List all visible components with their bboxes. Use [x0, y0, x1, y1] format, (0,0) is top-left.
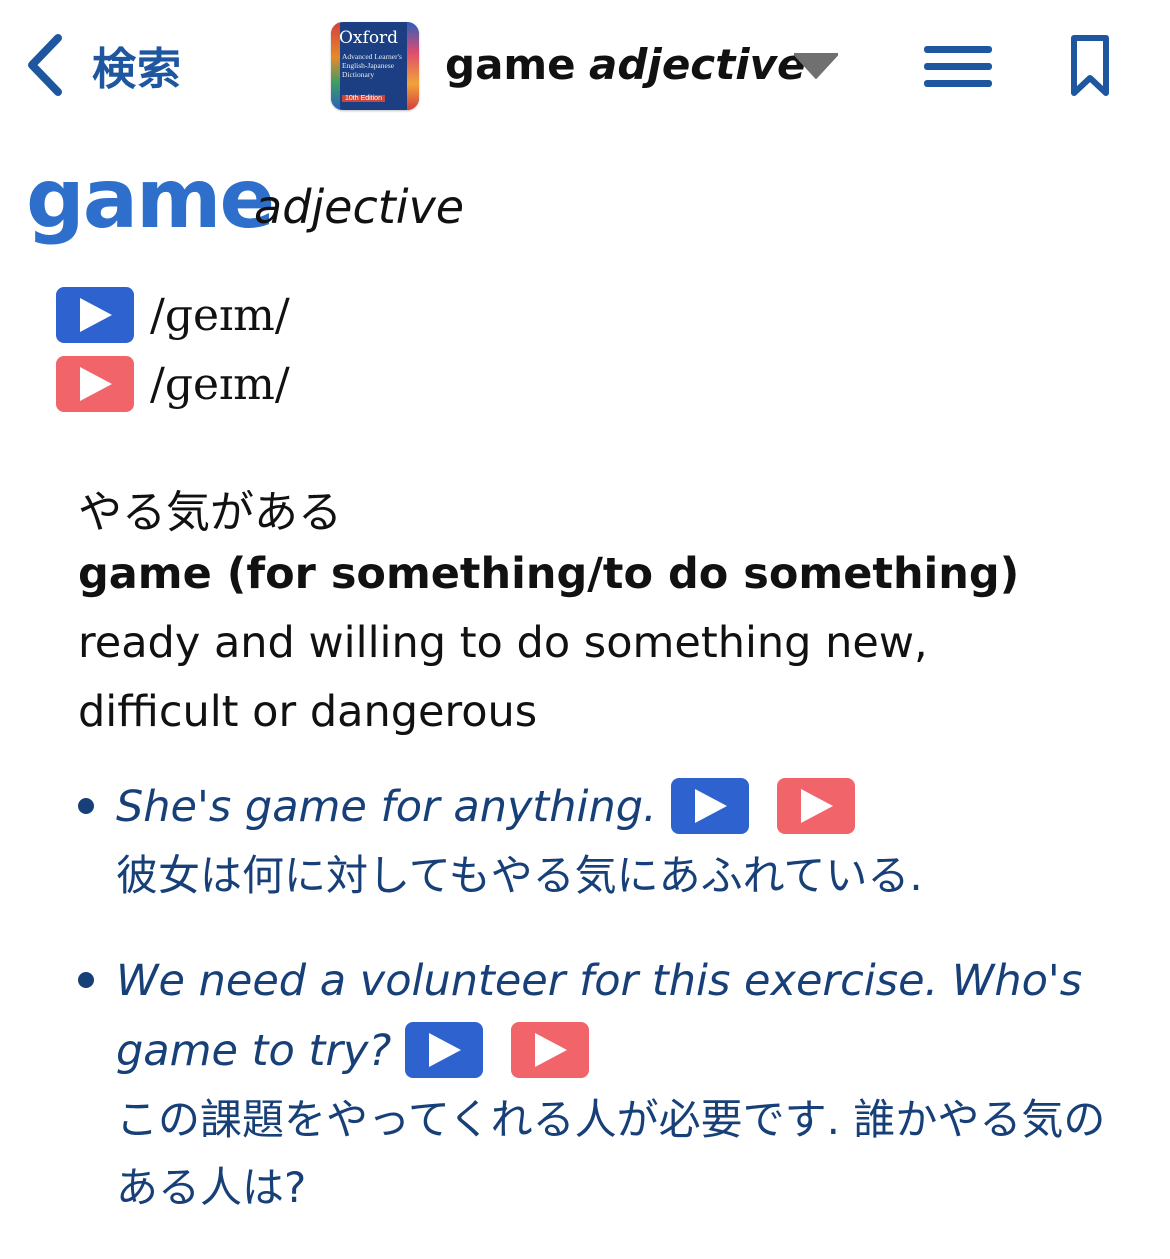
play-icon	[800, 788, 833, 823]
definition: game (for something/to do something) rea…	[78, 540, 1078, 747]
part-of-speech: adjective	[254, 180, 465, 234]
hamburger-menu-icon[interactable]	[924, 44, 992, 88]
back-label: 検索	[92, 44, 182, 95]
nav-title-pos: adjective	[589, 40, 806, 89]
nav-title-word: game	[445, 40, 576, 89]
play-us-audio-button[interactable]	[56, 356, 134, 412]
navigation-bar: 検索 Oxford Advanced Learner's English-Jap…	[0, 0, 1170, 130]
play-uk-audio-button[interactable]	[56, 287, 134, 343]
ipa-uk: /ɡeɪm/	[150, 289, 290, 341]
grammar-pattern: game (for something/to do something)	[78, 549, 1020, 599]
app-icon-name: Oxford	[339, 28, 399, 48]
pronunciation-us: /ɡeɪm/	[56, 356, 290, 412]
play-uk-example-button[interactable]	[405, 1021, 484, 1078]
dictionary-app-icon: Oxford Advanced Learner's English-Japane…	[331, 22, 419, 110]
play-us-example-button[interactable]	[511, 1021, 590, 1078]
back-button[interactable]: 検索	[24, 30, 182, 100]
example-japanese: この課題をやってくれる人が必要です. 誰かやる気のある人は?	[116, 1095, 1106, 1212]
example-item: She's game for anything. 彼女は何に対してもやる気にあふ…	[78, 772, 1158, 910]
play-uk-example-button[interactable]	[670, 777, 749, 834]
nav-title[interactable]: game adjective	[445, 40, 806, 89]
ipa-us: /ɡeɪm/	[150, 358, 290, 410]
bullet-icon	[78, 798, 94, 814]
bullet-icon	[78, 972, 94, 988]
bookmark-icon[interactable]	[1068, 34, 1112, 98]
sense-japanese-gloss: やる気がある	[78, 487, 342, 538]
example-japanese: 彼女は何に対してもやる気にあふれている.	[116, 851, 923, 900]
chevron-left-icon	[28, 34, 62, 96]
play-icon	[694, 788, 727, 823]
pronunciation-uk: /ɡeɪm/	[56, 287, 290, 343]
play-icon	[80, 298, 112, 332]
example-english-text: We need a volunteer for this exercise. W…	[116, 956, 1083, 1076]
play-icon	[80, 367, 112, 401]
example-english-text: She's game for anything.	[116, 782, 657, 832]
app-icon-subtitle: Advanced Learner's English-Japanese Dict…	[342, 52, 402, 79]
example-english: We need a volunteer for this exercise. W…	[116, 946, 1156, 1086]
play-us-example-button[interactable]	[776, 777, 855, 834]
definition-text: ready and willing to do something new, d…	[78, 618, 928, 737]
triangle-down-icon	[793, 53, 839, 79]
example-item: We need a volunteer for this exercise. W…	[78, 946, 1158, 1222]
play-icon	[535, 1032, 568, 1067]
app-icon-edition: 10th Edition	[342, 95, 385, 102]
dropdown-toggle[interactable]	[793, 52, 839, 80]
example-english: She's game for anything.	[116, 772, 1158, 842]
play-icon	[429, 1032, 462, 1067]
headword: game	[26, 152, 275, 247]
